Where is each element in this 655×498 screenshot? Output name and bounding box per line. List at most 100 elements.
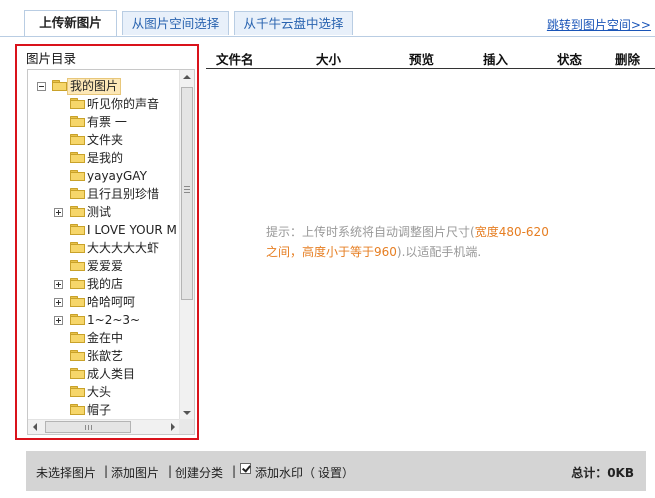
column-insert: 插入 (483, 52, 509, 67)
tree-item[interactable]: 爱爱爱 (28, 257, 178, 275)
tree-item-label[interactable]: 有票 一 (87, 113, 127, 131)
folder-icon (70, 278, 85, 289)
add-image-link[interactable]: 添加图片 (111, 464, 159, 481)
file-table-header: 文件名 大小 预览 插入 状态 删除 (206, 45, 655, 69)
scroll-left-icon[interactable] (33, 423, 37, 431)
scroll-down-icon[interactable] (183, 411, 191, 415)
folder-icon (70, 314, 85, 325)
tree-item-label[interactable]: 我的店 (87, 275, 123, 293)
tree-item[interactable]: 金在中 (28, 329, 178, 347)
tree-item[interactable]: 我的店 (28, 275, 178, 293)
folder-icon (70, 188, 85, 199)
tree-item-label[interactable]: 帽子 (87, 401, 111, 419)
tree-item[interactable]: 大头 (28, 383, 178, 401)
hint-prefix: 提示：上传时系统将自动调整图片尺寸( (266, 225, 475, 239)
separator: | (168, 464, 173, 478)
tree-title: 图片目录 (26, 51, 77, 66)
folder-open-icon (52, 80, 67, 91)
tree-item-label[interactable]: 张歆艺 (87, 347, 123, 365)
tree-item-label[interactable]: 大大大大大虾 (87, 239, 159, 257)
folder-icon (70, 152, 85, 163)
folder-icon (70, 368, 85, 379)
tree-item[interactable]: yayayGAY (28, 167, 178, 185)
tree-item-label[interactable]: 哈哈呵呵 (87, 293, 135, 311)
tree-item-label[interactable]: 1~2~3~ (87, 311, 140, 329)
tree-root-label[interactable]: 我的图片 (67, 78, 122, 95)
expand-icon[interactable] (54, 208, 63, 217)
tree-item[interactable]: 且行且别珍惜 (28, 185, 178, 203)
tree-item-label[interactable]: yayayGAY (87, 167, 147, 185)
tree-item[interactable]: 文件夹 (28, 131, 178, 149)
tree-item[interactable]: 测试 (28, 203, 178, 221)
folder-icon (70, 116, 85, 127)
hint-width: 宽度480-620 (474, 225, 549, 239)
tree-item[interactable]: I LOVE YOUR M (28, 221, 178, 239)
tree-item-label[interactable]: 测试 (87, 203, 111, 221)
tree-item-label[interactable]: 是我的 (87, 149, 123, 167)
watermark-checkbox[interactable] (240, 463, 251, 474)
tree-item-label[interactable]: I LOVE YOUR M (87, 221, 177, 239)
tab-image-space[interactable]: 从图片空间选择 (122, 11, 229, 35)
tree-item[interactable]: 听见你的声音 (28, 95, 178, 113)
folder-icon (70, 224, 85, 235)
create-category-link[interactable]: 创建分类 (175, 464, 223, 481)
scroll-right-icon[interactable] (171, 423, 175, 431)
folder-icon (70, 242, 85, 253)
watermark-label: 添加水印（ (255, 466, 316, 480)
scroll-up-icon[interactable] (183, 75, 191, 79)
tree-item[interactable]: 有票 一 (28, 113, 178, 131)
tree-root[interactable]: 我的图片 (28, 77, 178, 95)
watermark-settings-link[interactable]: 设置 (318, 464, 342, 481)
folder-icon (70, 386, 85, 397)
tab-upload-new[interactable]: 上传新图片 (24, 10, 117, 36)
selection-status: 未选择图片 (36, 466, 97, 480)
upload-hint: 提示：上传时系统将自动调整图片尺寸(宽度480-620 之间，高度小于等于960)… (266, 222, 566, 262)
tree-item[interactable]: 成人类目 (28, 365, 178, 383)
tree-item[interactable]: 大大大大大虾 (28, 239, 178, 257)
folder-icon (70, 296, 85, 307)
image-directory-panel: 图片目录 我的图片 听见你的声音 有票 一文件夹 是我的 yayayGAY 且行且别珍惜… (15, 44, 199, 440)
tree-item[interactable]: 帽子 (28, 401, 178, 419)
vertical-scroll-thumb[interactable] (181, 87, 193, 300)
tree-item-label[interactable]: 文件夹 (87, 131, 123, 149)
tree-item-label[interactable]: 且行且别珍惜 (87, 185, 159, 203)
horizontal-scroll-thumb[interactable] (45, 421, 131, 433)
folder-tree-list: 我的图片 听见你的声音 有票 一文件夹 是我的 yayayGAY 且行且别珍惜 测试 I L… (28, 70, 180, 420)
collapse-icon[interactable] (37, 82, 46, 91)
tree-item-label[interactable]: 金在中 (87, 329, 123, 347)
column-status: 状态 (557, 52, 583, 67)
jump-to-image-space-link[interactable]: 跳转到图片空间>> (547, 16, 651, 33)
column-preview: 预览 (409, 52, 435, 67)
folder-icon (70, 206, 85, 217)
hint-suffix: ).以适配手机端. (396, 245, 482, 259)
folder-icon (70, 260, 85, 271)
expand-icon[interactable] (54, 316, 63, 325)
column-size: 大小 (316, 52, 342, 67)
tree-item-label[interactable]: 大头 (87, 383, 111, 401)
folder-icon (70, 170, 85, 181)
column-delete: 删除 (615, 52, 641, 67)
expand-icon[interactable] (54, 280, 63, 289)
tree-vertical-scrollbar[interactable] (179, 70, 194, 420)
separator: | (232, 464, 237, 478)
tree-item-label[interactable]: 成人类目 (87, 365, 135, 383)
tab-qianniu-cloud[interactable]: 从千牛云盘中选择 (234, 11, 353, 35)
scrollbar-corner (179, 419, 194, 434)
tree-item-label[interactable]: 听见你的声音 (87, 95, 159, 113)
tree-horizontal-scrollbar[interactable] (28, 419, 180, 434)
tree-item[interactable]: 是我的 (28, 149, 178, 167)
folder-tree: 我的图片 听见你的声音 有票 一文件夹 是我的 yayayGAY 且行且别珍惜 测试 I L… (27, 69, 195, 435)
folder-icon (70, 350, 85, 361)
expand-icon[interactable] (54, 298, 63, 307)
close-paren: ） (342, 466, 355, 480)
tree-item[interactable]: 张歆艺 (28, 347, 178, 365)
tree-item[interactable]: 哈哈呵呵 (28, 293, 178, 311)
tree-item-label[interactable]: 爱爱爱 (87, 257, 123, 275)
folder-icon (70, 98, 85, 109)
total-size: 总计：0KB (571, 466, 634, 480)
folder-icon (70, 404, 85, 415)
bottom-toolbar: 未选择图片 | 添加图片 | 创建分类 | 添加水印（ 设置 ） 总计：0KB (26, 451, 646, 491)
separator: | (104, 464, 109, 478)
tree-item[interactable]: 1~2~3~ (28, 311, 178, 329)
folder-icon (70, 332, 85, 343)
